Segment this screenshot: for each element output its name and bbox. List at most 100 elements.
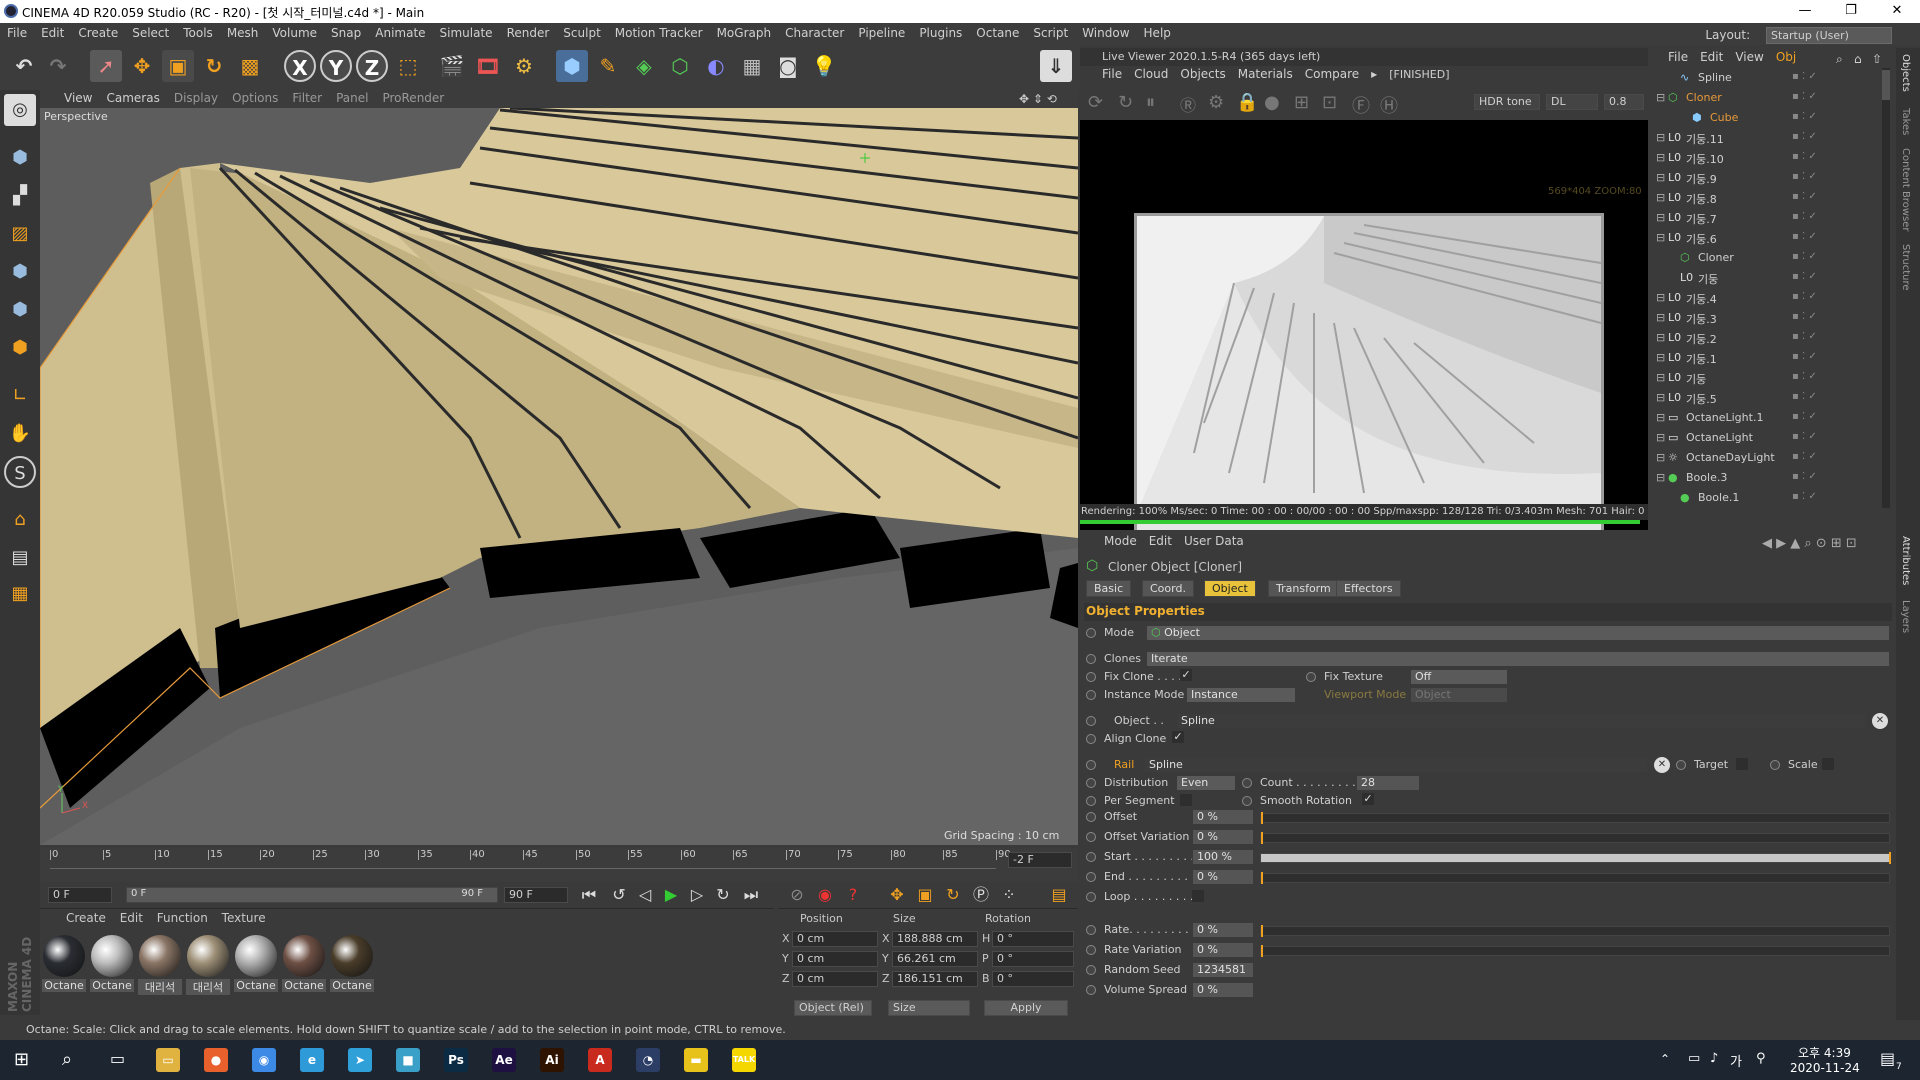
anim-dot[interactable]: [1086, 985, 1096, 995]
photoshop-icon[interactable]: Ps: [444, 1048, 468, 1072]
tweak-mode-icon[interactable]: ✋: [4, 418, 36, 450]
scale-icon[interactable]: ▣: [162, 50, 194, 82]
vp-menu-options[interactable]: Options: [225, 90, 285, 105]
key-pla-icon[interactable]: ⁘: [998, 885, 1020, 905]
menu-mograph[interactable]: MoGraph: [710, 23, 779, 40]
volume-icon[interactable]: ♪: [1710, 1051, 1718, 1066]
object-row[interactable]: ⊟ L0 기둥.9 ▪ ⁚ ✓: [1652, 168, 1880, 188]
material-swatch[interactable]: Octane: [234, 935, 278, 997]
z-axis-icon[interactable]: Z: [356, 50, 388, 82]
expand-icon[interactable]: ⊟: [1656, 371, 1665, 384]
polygons-mode-icon[interactable]: ⬢: [4, 332, 36, 364]
object-row[interactable]: ⊟ ▭ OctaneLight ▪ ⁚ ✓: [1652, 428, 1880, 448]
kakaotalk-icon[interactable]: TALK: [732, 1048, 756, 1072]
camera-icon[interactable]: ◙: [772, 50, 804, 82]
slider-value-field[interactable]: 0 %: [1192, 809, 1254, 825]
clock-time[interactable]: 오후 4:39: [1798, 1044, 1851, 1061]
attr-menu-userdata[interactable]: User Data: [1178, 532, 1250, 550]
acrobat-icon[interactable]: A: [588, 1048, 612, 1072]
anim-dot[interactable]: [1086, 832, 1096, 842]
coord-rotation-field[interactable]: 0 °: [992, 971, 1074, 987]
rail-pick-icon[interactable]: ✕: [1654, 757, 1670, 773]
y-axis-icon[interactable]: Y: [320, 50, 352, 82]
menu-snap[interactable]: Snap: [324, 23, 368, 40]
record-icon[interactable]: ◉: [814, 885, 836, 905]
slider-value-field[interactable]: 0 %: [1192, 829, 1254, 845]
coord-icon[interactable]: ⬚: [392, 50, 424, 82]
slider-value-field[interactable]: 0 %: [1192, 922, 1254, 938]
key-mode-icon[interactable]: ▤: [1048, 885, 1070, 905]
anim-dot[interactable]: [1242, 778, 1252, 788]
object-row[interactable]: ⊟ L0 기둥 ▪ ⁚ ✓: [1652, 368, 1880, 388]
anim-dot[interactable]: [1242, 796, 1252, 806]
after-effects-icon[interactable]: Ae: [492, 1048, 516, 1072]
visibility-flags-icon[interactable]: ▪ ⁚ ✓: [1792, 311, 1817, 322]
material-swatch[interactable]: Octane: [330, 935, 374, 997]
visibility-flags-icon[interactable]: ▪ ⁚ ✓: [1792, 431, 1817, 442]
menu-motion-tracker[interactable]: Motion Tracker: [608, 23, 710, 40]
object-row[interactable]: ⊟ L0 기둥.4 ▪ ⁚ ✓: [1652, 288, 1880, 308]
distribution-dropdown[interactable]: Even: [1176, 775, 1236, 791]
material-swatch[interactable]: 대리석: [138, 935, 182, 997]
texture-mode-icon[interactable]: ▞: [4, 180, 36, 212]
edges-mode-icon[interactable]: ⬢: [4, 294, 36, 326]
lv-h-icon[interactable]: Ⓗ: [1380, 92, 1398, 118]
expand-icon[interactable]: ⊟: [1656, 211, 1665, 224]
layout-dropdown[interactable]: Startup (User): [1766, 27, 1892, 44]
target-checkbox[interactable]: [1736, 758, 1748, 770]
workplane-icon[interactable]: ▨: [4, 218, 36, 250]
lv-pause-icon[interactable]: ⏸: [1146, 92, 1155, 113]
key-param-icon[interactable]: Ⓟ: [970, 885, 992, 905]
app-blue-icon[interactable]: ➤: [348, 1048, 372, 1072]
anim-dot[interactable]: [1086, 760, 1096, 770]
goto-end-icon[interactable]: ⏭: [740, 885, 762, 905]
attr-nav-icons[interactable]: ◀ ▶ ▲ ⌕ ⊙ ⊞ ⊡: [1756, 534, 1863, 553]
menu-octane[interactable]: Octane: [969, 23, 1026, 40]
menu-volume[interactable]: Volume: [265, 23, 324, 40]
coord-position-field[interactable]: 0 cm: [792, 971, 878, 987]
frame-range-slider[interactable]: 0 F 90 F: [126, 887, 498, 903]
visibility-flags-icon[interactable]: ▪ ⁚ ✓: [1792, 411, 1817, 422]
visibility-flags-icon[interactable]: ▪ ⁚ ✓: [1792, 331, 1817, 342]
lv-menu-materials[interactable]: Materials: [1232, 66, 1299, 82]
anim-dot[interactable]: [1086, 965, 1096, 975]
play-icon[interactable]: ▶: [660, 885, 682, 905]
expand-icon[interactable]: ⊟: [1656, 231, 1665, 244]
light-icon[interactable]: 💡: [808, 50, 840, 82]
obj-menu-view[interactable]: View: [1729, 48, 1769, 66]
visibility-flags-icon[interactable]: ▪ ⁚ ✓: [1792, 171, 1817, 182]
anim-dot[interactable]: [1086, 852, 1096, 862]
rotate-icon[interactable]: ↻: [198, 50, 230, 82]
lv-restart-icon[interactable]: ↻: [1118, 92, 1133, 113]
obj-home-icon[interactable]: ⌂: [1848, 50, 1868, 68]
sidetab-layers[interactable]: Layers: [1900, 600, 1911, 633]
object-pick-icon[interactable]: ✕: [1872, 713, 1888, 729]
menu-mesh[interactable]: Mesh: [220, 23, 266, 40]
vp-menu-view[interactable]: View: [40, 90, 99, 105]
render-picture-icon[interactable]: 🎞: [472, 50, 504, 82]
lv-menu-file[interactable]: File: [1096, 66, 1128, 82]
obj-menu-file[interactable]: File: [1662, 48, 1694, 66]
menu-character[interactable]: Character: [778, 23, 851, 40]
slider-track[interactable]: [1260, 832, 1890, 844]
select-icon[interactable]: ➚: [90, 50, 122, 82]
tray-extra-icon[interactable]: ⚲: [1756, 1051, 1766, 1066]
object-row[interactable]: ⊟ ● Boole.3 ▪ ⁚ ✓: [1652, 468, 1880, 488]
cloner-icon[interactable]: ⬡: [664, 50, 696, 82]
menu-create[interactable]: Create: [71, 23, 125, 40]
clock-date[interactable]: 2020-11-24: [1790, 1061, 1860, 1075]
material-swatch[interactable]: Octane: [90, 935, 134, 997]
visibility-flags-icon[interactable]: ▪ ⁚ ✓: [1792, 151, 1817, 162]
visibility-flags-icon[interactable]: ▪ ⁚ ✓: [1792, 451, 1817, 462]
visibility-flags-icon[interactable]: ▪ ⁚ ✓: [1792, 351, 1817, 362]
key-rotate-icon[interactable]: ↻: [942, 885, 964, 905]
rail-link-field[interactable]: Spline: [1144, 757, 1648, 773]
network-icon[interactable]: ▭: [1688, 1051, 1700, 1066]
3d-viewport[interactable]: Y X Perspective Grid Spacing : 10 cm: [40, 108, 1078, 845]
search-icon[interactable]: ⌕: [62, 1049, 72, 1070]
expand-icon[interactable]: ⊟: [1656, 431, 1665, 444]
count-field[interactable]: 28: [1356, 775, 1420, 791]
scale2-icon[interactable]: ▩: [234, 50, 266, 82]
key-scale-icon[interactable]: ▣: [914, 885, 936, 905]
x-axis-icon[interactable]: X: [284, 50, 316, 82]
